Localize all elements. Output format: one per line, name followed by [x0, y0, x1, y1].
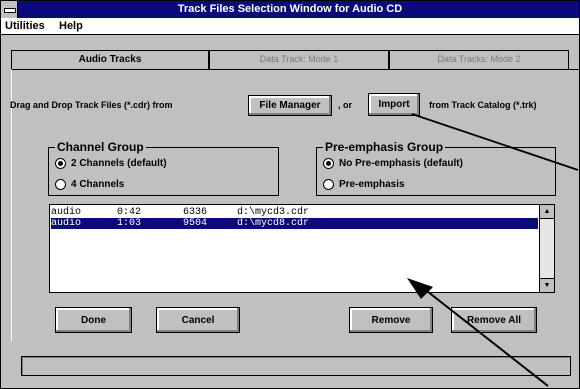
radio-no-preemphasis[interactable]: No Pre-emphasis (default)	[323, 158, 463, 169]
track-path: d:\mycd3.cdr	[237, 207, 310, 218]
list-item[interactable]: audio 1:03 9504 d:\mycd8.cdr	[51, 218, 538, 229]
radio-preemphasis[interactable]: Pre-emphasis	[323, 179, 405, 190]
app-window: Track Files Selection Window for Audio C…	[0, 0, 580, 389]
radio-preemphasis-label: Pre-emphasis	[339, 179, 405, 191]
radio-4-channels[interactable]: 4 Channels	[55, 179, 124, 190]
menu-help[interactable]: Help	[59, 20, 83, 32]
tab-strip: Audio Tracks Data Track: Mode 1 Data Tra…	[11, 50, 579, 70]
instruction-or: , or	[338, 100, 353, 110]
instruction-prefix: Drag and Drop Track Files (*.cdr) from	[10, 100, 173, 110]
radio-selected-icon	[323, 158, 334, 169]
file-manager-button[interactable]: File Manager	[248, 95, 332, 116]
track-size: 6336	[183, 207, 208, 218]
tab-audio-tracks[interactable]: Audio Tracks	[11, 50, 209, 70]
track-type: audio	[51, 207, 82, 218]
track-duration: 0:42	[117, 207, 142, 218]
status-bar	[21, 356, 571, 376]
remove-all-button[interactable]: Remove All	[451, 307, 537, 333]
radio-4-channels-label: 4 Channels	[71, 179, 125, 191]
radio-no-preemphasis-label: No Pre-emphasis (default)	[339, 158, 463, 170]
tab-data-track-mode1[interactable]: Data Track: Mode 1	[209, 50, 389, 69]
menu-utilities[interactable]: Utilities	[5, 20, 45, 32]
track-list[interactable]: audio 0:42 6336 d:\mycd3.cdr audio 1:03 9504 d…	[49, 204, 555, 293]
track-duration: 1:03	[117, 218, 142, 229]
radio-unselected-icon	[323, 179, 334, 190]
radio-2-channels[interactable]: 2 Channels (default)	[55, 158, 167, 169]
menu-bar: Utilities Help	[1, 18, 579, 35]
list-scrollbar[interactable]: ▲ ▼	[539, 205, 554, 292]
channel-group: Channel Group 2 Channels (default) 4 Cha…	[48, 140, 279, 196]
list-item[interactable]: audio 0:42 6336 d:\mycd3.cdr	[51, 207, 538, 218]
tab-data-tracks-mode2[interactable]: Data Tracks: Mode 2	[389, 50, 569, 69]
radio-selected-icon	[55, 158, 66, 169]
preemphasis-group: Pre-emphasis Group No Pre-emphasis (defa…	[316, 140, 556, 196]
radio-2-channels-label: 2 Channels (default)	[71, 158, 167, 170]
scroll-down-icon[interactable]: ▼	[540, 278, 554, 292]
track-path: d:\mycd8.cdr	[237, 218, 310, 229]
remove-button[interactable]: Remove	[349, 307, 433, 333]
title-bar: Track Files Selection Window for Audio C…	[1, 1, 579, 18]
radio-unselected-icon	[55, 179, 66, 190]
cancel-button[interactable]: Cancel	[156, 307, 240, 333]
track-type: audio	[51, 218, 82, 229]
instruction-suffix: from Track Catalog (*.trk)	[429, 100, 537, 110]
preemphasis-group-title: Pre-emphasis Group	[323, 140, 446, 154]
scroll-up-icon[interactable]: ▲	[540, 205, 554, 219]
done-button[interactable]: Done	[55, 307, 132, 333]
channel-group-title: Channel Group	[55, 140, 146, 154]
system-menu-icon[interactable]	[1, 1, 18, 18]
window-title: Track Files Selection Window for Audio C…	[177, 3, 403, 15]
import-button[interactable]: Import	[368, 93, 420, 116]
track-size: 9504	[183, 218, 208, 229]
